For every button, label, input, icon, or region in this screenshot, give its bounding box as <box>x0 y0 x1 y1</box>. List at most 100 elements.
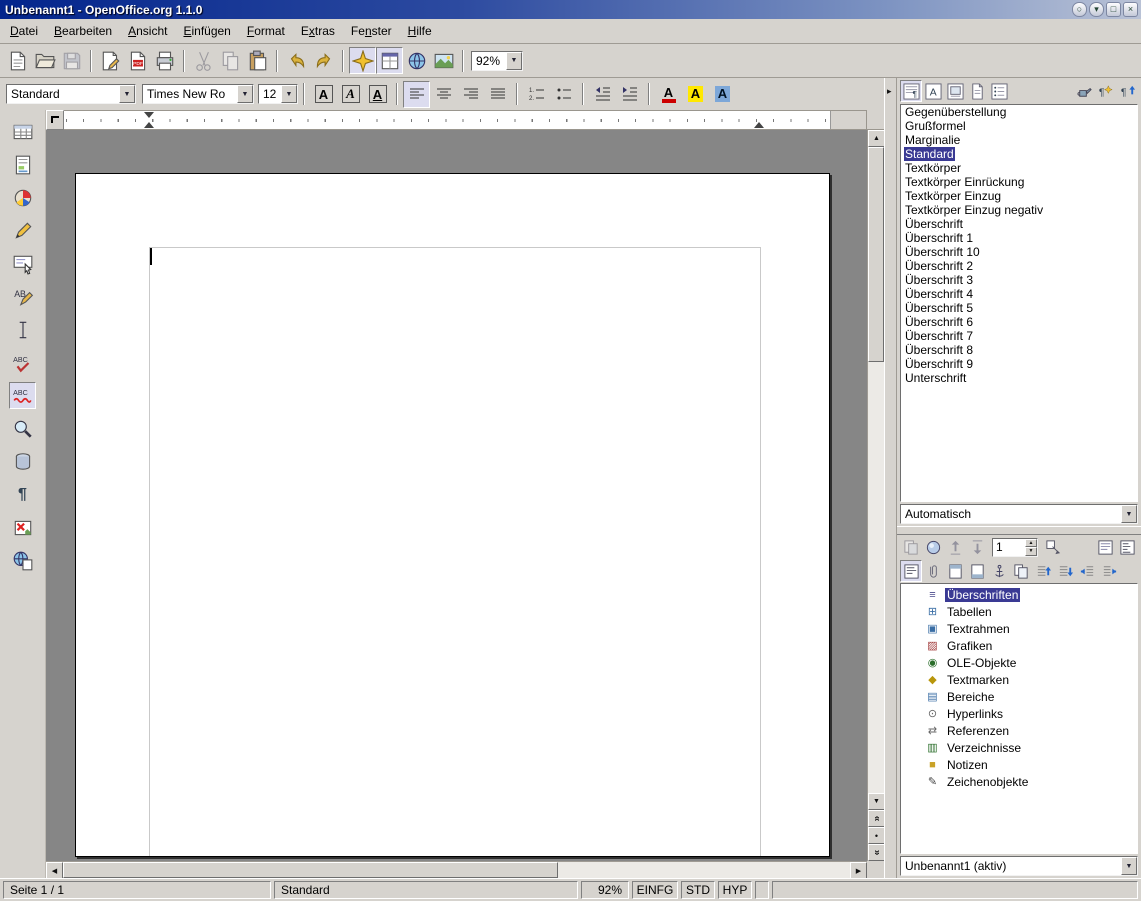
dropdown-arrow-icon[interactable]: ▼ <box>237 85 253 103</box>
paragraph-styles-button[interactable]: ¶ <box>900 80 922 102</box>
anchor-text-button[interactable] <box>988 560 1010 582</box>
highlighting-button[interactable]: A <box>682 81 709 108</box>
window-shade-button[interactable]: ○ <box>1072 2 1087 17</box>
stylist-filter-combobox[interactable]: Automatisch ▼ <box>900 504 1138 524</box>
left-indent-marker[interactable] <box>144 122 154 128</box>
navigator-document-combobox[interactable]: Unbenannt1 (aktiv) ▼ <box>900 856 1138 876</box>
style-item[interactable]: Überschrift 5 <box>901 301 1137 315</box>
navigator-item[interactable]: ⊙ Hyperlinks <box>901 705 1137 722</box>
zoom-value[interactable]: 92% <box>472 52 506 70</box>
undo-button[interactable] <box>283 47 310 74</box>
scroll-left-button[interactable]: ◀ <box>46 862 63 879</box>
spellcheck-button[interactable]: ABC <box>9 349 36 376</box>
style-item[interactable]: Gegenüberstellung <box>901 105 1137 119</box>
export-pdf-button[interactable]: PDF <box>124 47 151 74</box>
content-view-toggle-button[interactable] <box>900 560 922 582</box>
vertical-scroll-thumb[interactable] <box>868 147 884 362</box>
panel-splitter-horizontal[interactable] <box>897 526 1141 535</box>
navigator-item[interactable]: ✎ Zeichenobjekte <box>901 773 1137 790</box>
horizontal-scrollbar[interactable]: ◀ ▶ <box>46 861 867 878</box>
more-arrow-icon[interactable]: ▸ <box>887 86 892 97</box>
navigator-toggle-button[interactable] <box>349 47 376 74</box>
vertical-scrollbar[interactable]: ▲ ▼ « • » <box>867 130 884 861</box>
menu-hilfe[interactable]: Hilfe <box>400 20 440 42</box>
font-size-value[interactable]: 12 <box>259 85 281 103</box>
frame-styles-button[interactable] <box>944 80 966 102</box>
spin-down-button[interactable]: ▼ <box>1025 547 1037 556</box>
char-background-button[interactable]: A <box>709 81 736 108</box>
page-number-spinbox[interactable]: 1 ▲ ▼ <box>992 538 1038 557</box>
menu-fenster[interactable]: Fenster <box>343 20 400 42</box>
print-button[interactable] <box>151 47 178 74</box>
scroll-down-button[interactable]: ▼ <box>868 793 885 810</box>
style-item[interactable]: Überschrift 9 <box>901 357 1137 371</box>
page-styles-button[interactable] <box>966 80 988 102</box>
gallery-button[interactable] <box>430 47 457 74</box>
style-item[interactable]: Überschrift 7 <box>901 329 1137 343</box>
navigation-button[interactable] <box>922 536 944 558</box>
font-name-combobox[interactable]: Times New Ro ▼ <box>142 84 254 104</box>
navigator-item[interactable]: ◉ OLE-Objekte <box>901 654 1137 671</box>
list-box-toggle-button[interactable] <box>1094 536 1116 558</box>
menu-format[interactable]: Format <box>239 20 293 42</box>
italic-button[interactable]: A <box>337 81 364 108</box>
style-item[interactable]: Textkörper Einrückung <box>901 175 1137 189</box>
document-page[interactable] <box>75 173 830 857</box>
style-item[interactable]: Textkörper Einzug <box>901 189 1137 203</box>
dropdown-arrow-icon[interactable]: ▼ <box>1121 505 1137 523</box>
style-item[interactable]: Überschrift 6 <box>901 315 1137 329</box>
data-sources-button[interactable] <box>9 448 36 475</box>
navigator-item[interactable]: ≡ Überschriften <box>901 586 1137 603</box>
increase-indent-button[interactable] <box>616 81 643 108</box>
numbered-list-button[interactable]: 1.2. <box>523 81 550 108</box>
menu-einfuegen[interactable]: Einfügen <box>175 20 238 42</box>
style-item[interactable]: Überschrift 4 <box>901 287 1137 301</box>
scroll-up-button[interactable]: ▲ <box>868 130 885 147</box>
next-page-button[interactable]: » <box>868 844 885 861</box>
find-replace-button[interactable] <box>9 415 36 442</box>
status-page[interactable]: Seite 1 / 1 <box>3 881 271 899</box>
online-layout-button[interactable] <box>9 547 36 574</box>
style-item[interactable]: Marginalie <box>901 133 1137 147</box>
demote-level-button[interactable] <box>1098 560 1120 582</box>
autotext-button[interactable]: AB <box>9 283 36 310</box>
titlebar[interactable]: Unbenannt1 - OpenOffice.org 1.1.0 ○▾□× <box>0 0 1141 19</box>
page-number-value[interactable]: 1 <box>993 539 1025 556</box>
dropdown-arrow-icon[interactable]: ▼ <box>506 52 522 70</box>
scroll-right-button[interactable]: ▶ <box>850 862 867 879</box>
promote-level-button[interactable] <box>1076 560 1098 582</box>
status-selection-mode[interactable]: STD <box>681 881 715 899</box>
outline-levels-button[interactable] <box>1010 560 1032 582</box>
tab-type-selector[interactable] <box>46 110 64 130</box>
insert-object-button[interactable] <box>9 184 36 211</box>
new-document-button[interactable] <box>4 47 31 74</box>
panel-splitter-vertical[interactable]: ▸ <box>884 78 897 878</box>
navigator-item[interactable]: ⇄ Referenzen <box>901 722 1137 739</box>
set-reminder-button[interactable] <box>922 560 944 582</box>
navigator-item[interactable]: ▤ Bereiche <box>901 688 1137 705</box>
style-item[interactable]: Überschrift 10 <box>901 245 1137 259</box>
menu-ansicht[interactable]: Ansicht <box>120 20 175 42</box>
next-object-button[interactable] <box>966 536 988 558</box>
style-item[interactable]: Überschrift 3 <box>901 273 1137 287</box>
new-style-from-selection-button[interactable]: ¶ <box>1094 80 1116 102</box>
redo-button[interactable] <box>310 47 337 74</box>
window-minimize-button[interactable]: ▾ <box>1089 2 1104 17</box>
menu-bearbeiten[interactable]: Bearbeiten <box>46 20 120 42</box>
edit-file-button[interactable] <box>97 47 124 74</box>
window-maximize-button[interactable]: □ <box>1106 2 1121 17</box>
update-style-button[interactable]: ¶ <box>1116 80 1138 102</box>
horizontal-scroll-thumb[interactable] <box>63 862 558 878</box>
vertical-scroll-track[interactable] <box>868 362 884 793</box>
menu-extras[interactable]: Extras <box>293 20 343 42</box>
stylist-toggle-button[interactable] <box>376 47 403 74</box>
style-item[interactable]: Unterschrift <box>901 371 1137 385</box>
status-hyperlink-mode[interactable]: HYP <box>718 881 752 899</box>
previous-object-button[interactable] <box>944 536 966 558</box>
style-item[interactable]: Textkörper Einzug negativ <box>901 203 1137 217</box>
dropdown-arrow-icon[interactable]: ▼ <box>119 85 135 103</box>
navigator-item[interactable]: ▨ Grafiken <box>901 637 1137 654</box>
horizontal-scroll-track[interactable] <box>558 862 850 878</box>
underline-button[interactable]: A <box>364 81 391 108</box>
open-button[interactable] <box>31 47 58 74</box>
